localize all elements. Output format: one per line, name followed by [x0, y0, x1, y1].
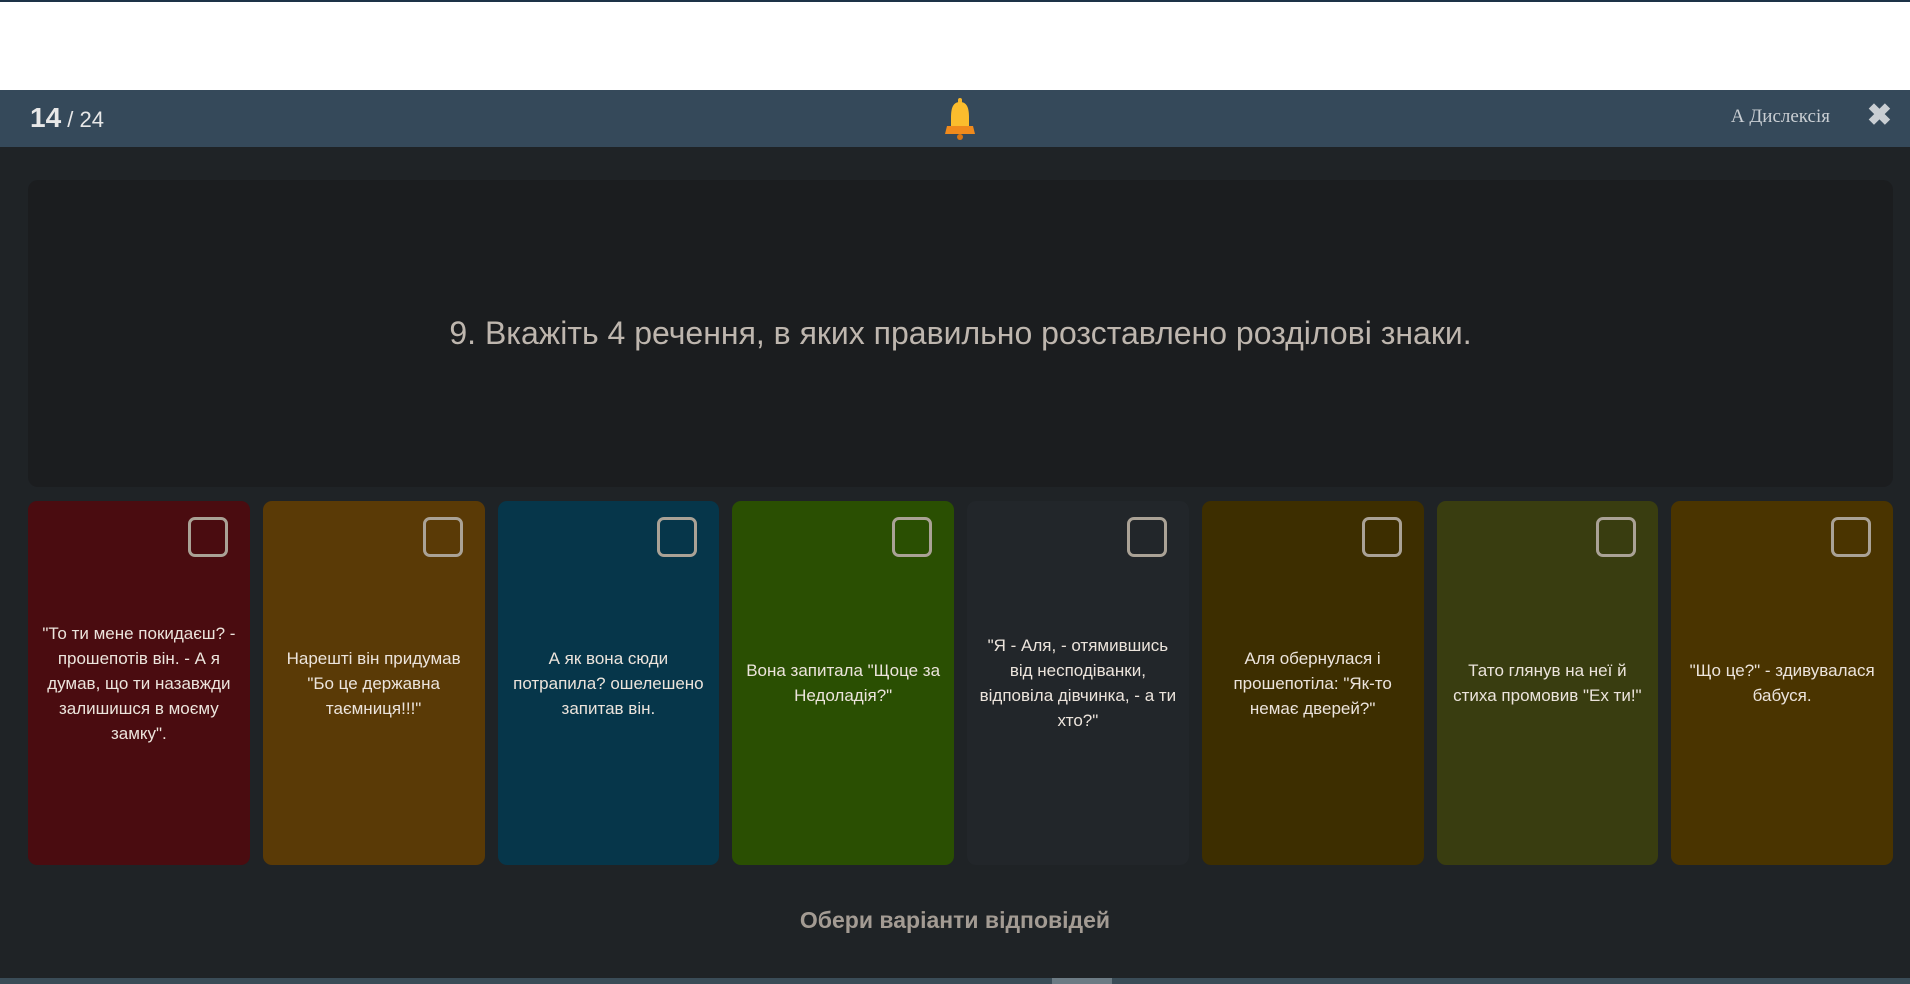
- answer-options: "То ти мене покидаєш? - прошепотів він. …: [28, 501, 1893, 865]
- quiz-body: 9. Вкажіть 4 речення, в яких правильно р…: [0, 147, 1910, 984]
- checkbox[interactable]: [422, 517, 463, 557]
- dyslexia-toggle[interactable]: А Дислексія: [1731, 106, 1830, 128]
- answer-option-card[interactable]: "Що це?" - здивувалася бабуся.: [1671, 501, 1893, 865]
- checkbox[interactable]: [892, 517, 932, 557]
- option-text: Тато глянув на неї й стиха промовив "Ех …: [1453, 661, 1642, 705]
- checkbox[interactable]: [1361, 517, 1402, 557]
- answer-option-card[interactable]: Вона запитала "Щоце за Недоладія?": [732, 501, 954, 865]
- option-text: "Що це?" - здивувалася бабуся.: [1689, 661, 1875, 705]
- checkbox[interactable]: [1596, 517, 1637, 557]
- hint-text: Обери варіанти відповідей: [799, 907, 1111, 933]
- quiz-header: 14 / 24 А Дислексія ✖: [0, 90, 1910, 147]
- option-text: А як вона сюди потрапила? ошелешено запи…: [513, 648, 704, 718]
- answer-option-card[interactable]: "Я - Аля, - отямившись від несподіванки,…: [967, 501, 1189, 865]
- answer-option-card[interactable]: А як вона сюди потрапила? ошелешено запи…: [497, 501, 720, 865]
- answer-option-card[interactable]: "То ти мене покидаєш? - прошепотів він. …: [28, 501, 250, 865]
- answer-option-card[interactable]: Аля обернулася і прошепотіла: "Як-то нем…: [1201, 501, 1424, 865]
- answer-option-card[interactable]: Нарешті він придумав "Бо це державна тає…: [262, 501, 485, 865]
- total-questions: / 24: [67, 107, 104, 132]
- answer-option-card[interactable]: Тато глянув на неї й стиха промовив "Ех …: [1436, 501, 1659, 865]
- horizontal-scrollbar[interactable]: [0, 978, 1910, 984]
- close-icon[interactable]: ✖: [1867, 98, 1892, 133]
- checkbox[interactable]: [1126, 517, 1167, 557]
- checkbox[interactable]: [657, 517, 698, 557]
- option-text: Вона запитала "Щоце за Недоладія?": [746, 661, 941, 705]
- question-text: 9. Вкажіть 4 речення, в яких правильно р…: [449, 315, 1472, 351]
- current-question: 14: [30, 102, 62, 133]
- bell-icon: [945, 98, 975, 140]
- option-text: "Я - Аля, - отямившись від несподіванки,…: [979, 636, 1177, 730]
- scrollbar-thumb[interactable]: [1052, 978, 1112, 984]
- option-text: Нарешті він придумав "Бо це державна тає…: [286, 648, 461, 718]
- question-counter: 14 / 24: [30, 102, 104, 134]
- option-text: Аля обернулася і прошепотіла: "Як-то нем…: [1233, 648, 1392, 718]
- checkbox[interactable]: [187, 517, 228, 557]
- checkbox[interactable]: [1831, 517, 1871, 557]
- option-text: "То ти мене покидаєш? - прошепотів він. …: [42, 623, 236, 743]
- question-panel: 9. Вкажіть 4 речення, в яких правильно р…: [28, 180, 1893, 487]
- browser-top-area: [0, 0, 1910, 90]
